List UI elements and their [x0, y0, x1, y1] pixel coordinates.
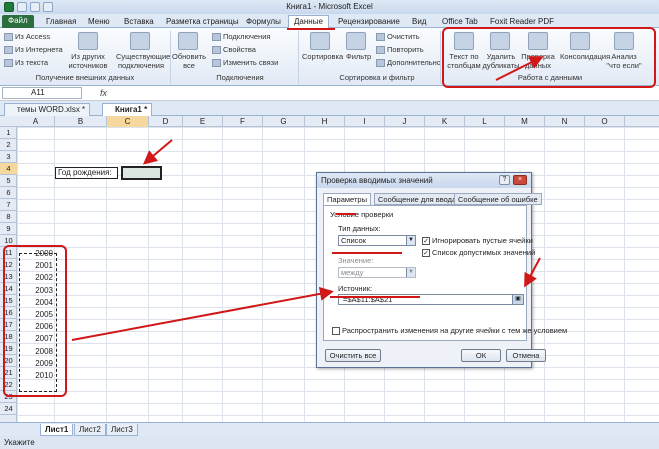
arrow-to-source [71, 286, 334, 341]
arrow-to-validation [495, 56, 544, 81]
arrow-to-c4 [142, 139, 173, 165]
arrow-to-collapse [524, 257, 541, 288]
annotation-arrows [71, 56, 544, 341]
